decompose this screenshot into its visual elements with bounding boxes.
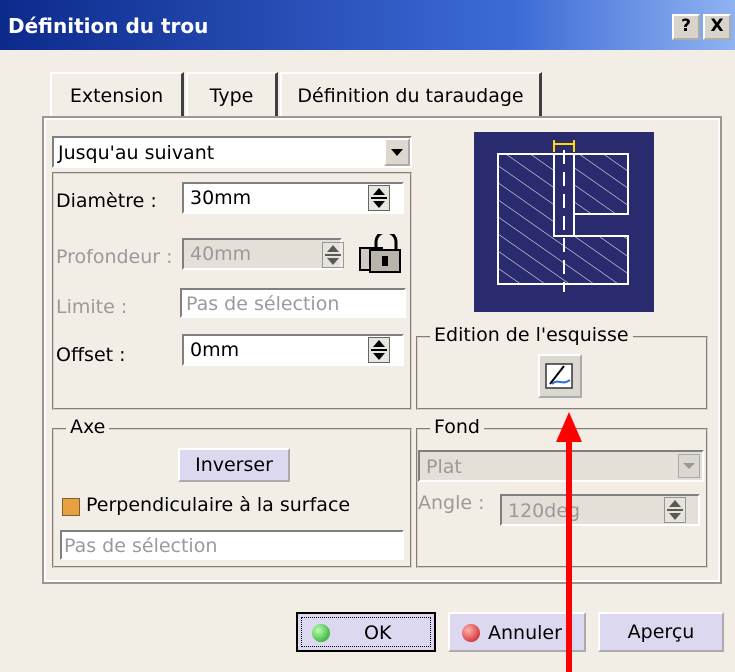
preview-button[interactable]: Aperçu xyxy=(598,612,724,652)
offset-value: 0mm xyxy=(190,339,240,361)
sketch-edit-icon xyxy=(545,363,573,389)
tab-extension[interactable]: Extension xyxy=(50,72,184,120)
lock-icon[interactable] xyxy=(358,230,404,274)
depth-label: Profondeur : xyxy=(56,246,173,268)
tab-thread-definition[interactable]: Définition du taraudage xyxy=(280,72,542,120)
title-bar: Définition du trou ? X xyxy=(0,0,735,50)
bottom-type-select: Plat xyxy=(418,450,704,482)
offset-label: Offset : xyxy=(56,344,126,366)
offset-spinner[interactable] xyxy=(368,337,390,363)
chevron-down-icon xyxy=(683,463,695,475)
limit-mode-select[interactable]: Jusqu'au suivant xyxy=(52,136,412,168)
depth-value: 40mm xyxy=(190,243,252,265)
perpendicular-checkbox[interactable] xyxy=(62,498,80,516)
hole-preview-image xyxy=(474,132,654,312)
diameter-label: Diamètre : xyxy=(56,190,157,212)
depth-spinner xyxy=(322,242,344,268)
tab-type[interactable]: Type xyxy=(186,72,278,120)
diameter-value: 30mm xyxy=(190,187,252,209)
annotation-arrow-head xyxy=(556,412,582,442)
hole-definition-dialog: Définition du trou ? X Extension Type Dé… xyxy=(0,0,735,672)
limit-mode-value: Jusqu'au suivant xyxy=(58,142,215,164)
dialog-title: Définition du trou xyxy=(8,14,209,38)
close-button[interactable]: X xyxy=(703,14,731,40)
bottom-title: Fond xyxy=(430,416,484,438)
ok-label: OK xyxy=(364,622,392,644)
angle-label: Angle : xyxy=(418,492,485,514)
red-dot-icon xyxy=(462,624,480,642)
combo-arrow-button[interactable] xyxy=(384,138,410,166)
green-dot-icon xyxy=(312,624,330,642)
limit-field[interactable]: Pas de sélection xyxy=(180,288,406,318)
annotation-arrow-shaft xyxy=(566,440,572,672)
cancel-label: Annuler xyxy=(488,622,562,644)
bottom-type-value: Plat xyxy=(426,456,462,478)
angle-spinner xyxy=(664,497,686,523)
help-button[interactable]: ? xyxy=(672,14,700,40)
limit-value: Pas de sélection xyxy=(186,293,340,315)
depth-field: 40mm xyxy=(182,238,342,270)
bottom-type-arrow xyxy=(678,454,700,478)
perpendicular-label: Perpendiculaire à la surface xyxy=(86,494,351,516)
sketch-edition-title: Edition de l'esquisse xyxy=(430,324,633,346)
axis-selection-value: Pas de sélection xyxy=(64,535,218,557)
axis-title: Axe xyxy=(66,416,110,438)
diameter-spinner[interactable] xyxy=(368,185,390,211)
axis-selection-field[interactable]: Pas de sélection xyxy=(60,530,404,560)
limit-label: Limite : xyxy=(56,296,128,318)
edit-sketch-button[interactable] xyxy=(538,354,582,398)
chevron-down-icon xyxy=(391,149,403,162)
ok-button[interactable]: OK xyxy=(296,612,436,652)
invert-button[interactable]: Inverser xyxy=(178,448,290,482)
